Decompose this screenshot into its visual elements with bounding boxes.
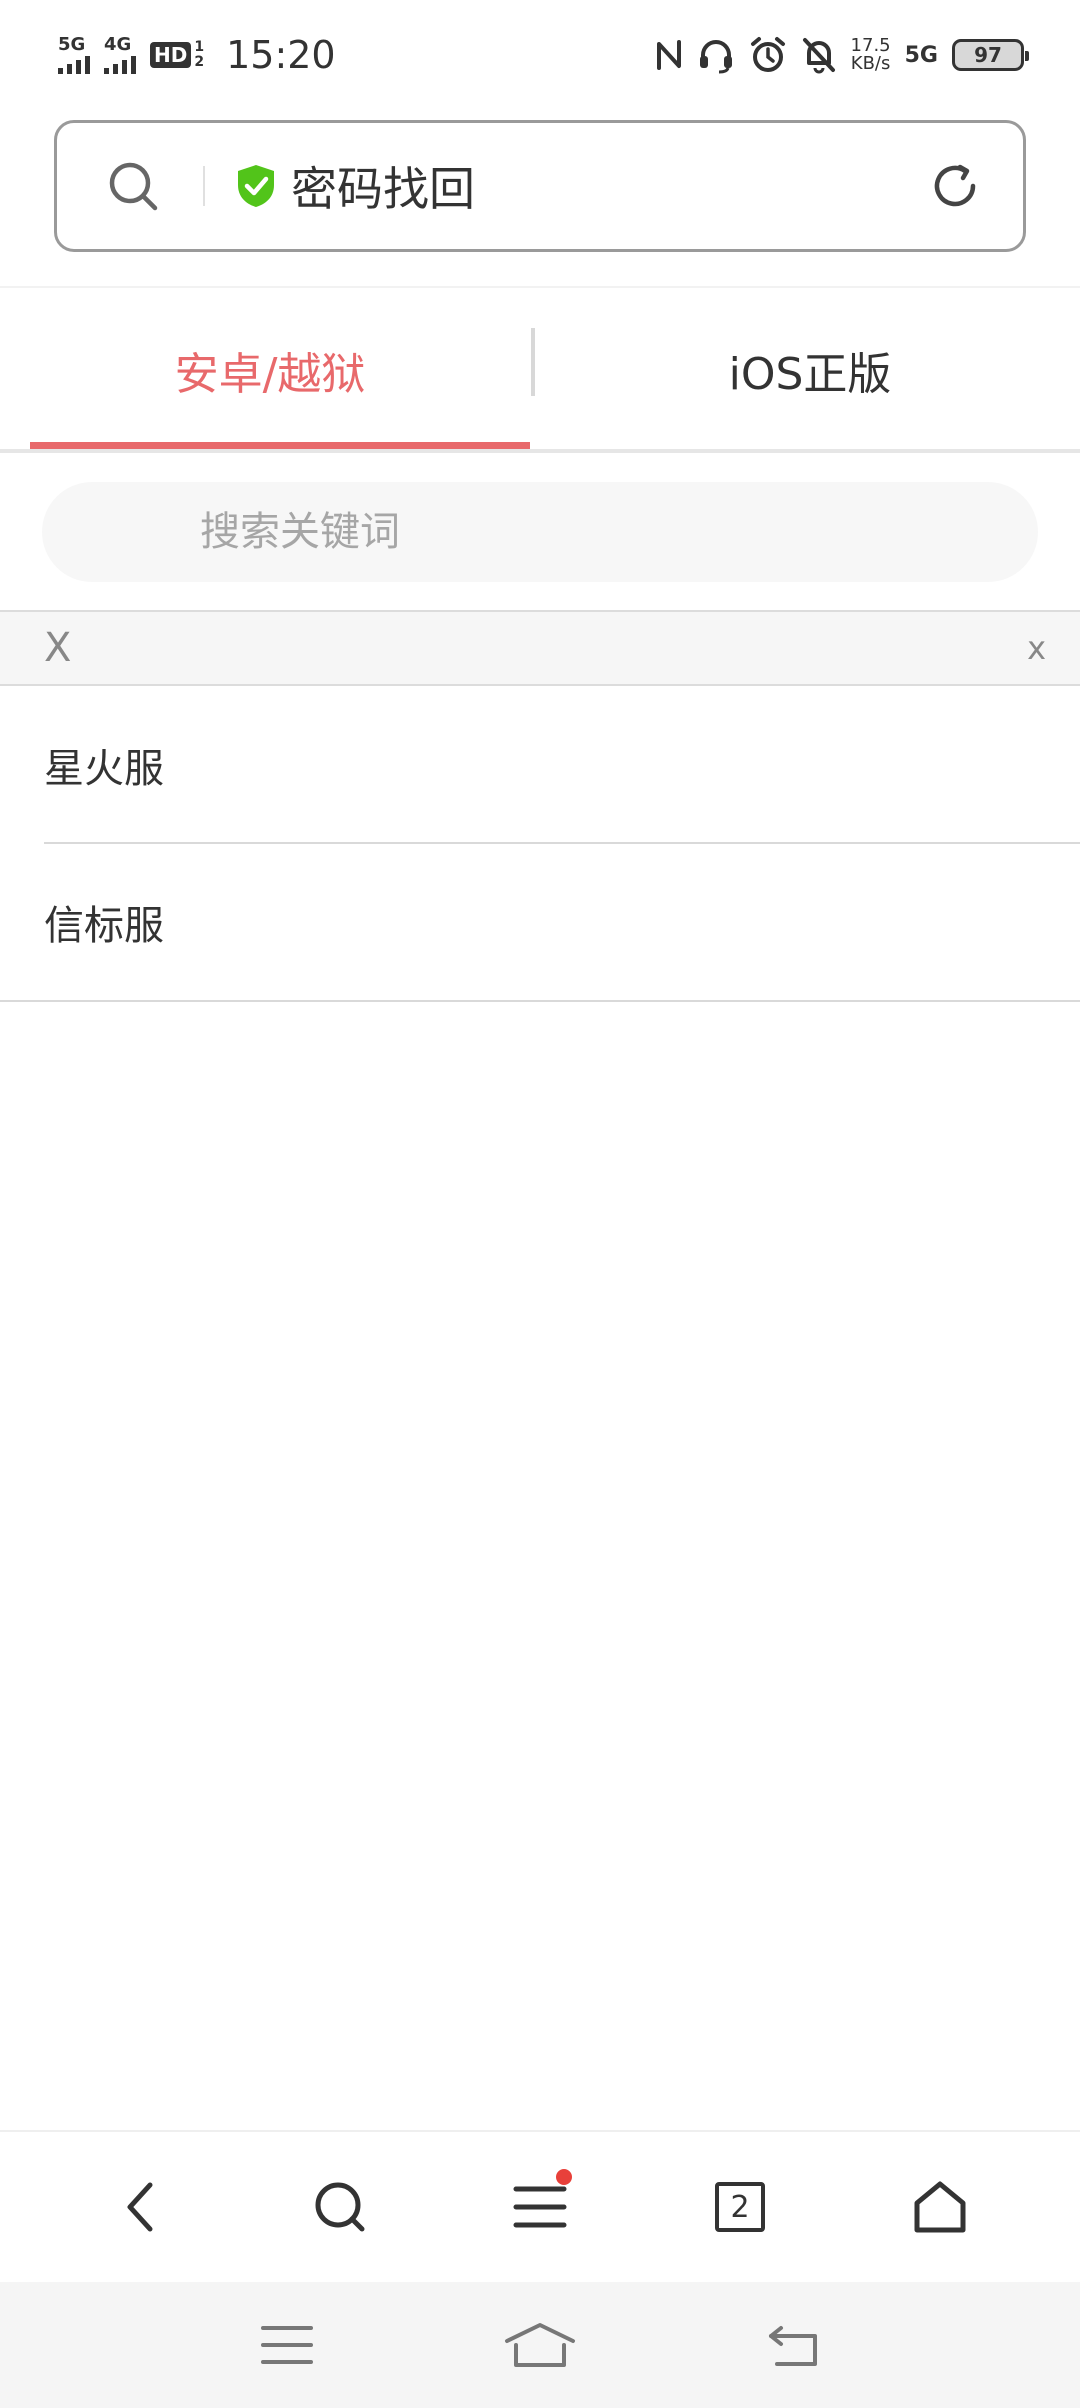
tab-separator	[531, 328, 535, 396]
network-type: 5G	[904, 42, 938, 68]
list-item-xinghuo[interactable]: 星火服	[0, 686, 1080, 844]
signal-bars-icon	[104, 54, 136, 74]
signal-sim1: 5G	[58, 36, 90, 74]
home-icon	[914, 2181, 966, 2233]
platform-tabs: 安卓/越狱 iOS正版	[0, 290, 1080, 450]
url-divider	[203, 166, 205, 206]
home-button[interactable]	[900, 2167, 980, 2247]
battery-icon: 97	[952, 39, 1029, 71]
status-bar: 5G 4G HD 1 2 15:20 17.5 KB/s 5G 97	[0, 0, 1080, 110]
list-item-xinbiao[interactable]: 信标服	[0, 844, 1080, 1002]
server-list: 星火服 信标服	[0, 686, 1080, 1002]
hd-voice-badge: HD 1 2	[150, 40, 204, 70]
signal-sim1-label: 5G	[58, 34, 86, 55]
list-item-label: 信标服	[44, 903, 164, 949]
filter-bar: X x	[0, 610, 1080, 686]
system-nav-bar	[0, 2282, 1080, 2408]
reload-icon	[934, 164, 976, 207]
menu-notification-dot	[556, 2169, 572, 2185]
list-item-label: 星火服	[44, 746, 164, 792]
tab-ios-official[interactable]: iOS正版	[540, 290, 1080, 450]
status-time: 15:20	[226, 33, 336, 77]
keyword-search	[42, 482, 1038, 582]
nfc-icon	[656, 40, 681, 70]
tab-android-jailbreak[interactable]: 安卓/越狱	[0, 290, 540, 450]
header-divider	[0, 286, 1080, 288]
signal-sim2: 4G	[104, 36, 136, 74]
network-speed: 17.5 KB/s	[851, 37, 891, 73]
menu-button[interactable]	[500, 2167, 580, 2247]
tabs-icon: 2	[715, 2182, 765, 2232]
recent-apps-icon	[260, 2326, 313, 2364]
status-left: 5G 4G HD 1 2 15:20	[58, 33, 336, 77]
hd-top: 1	[194, 39, 205, 55]
keyword-search-input[interactable]	[198, 508, 1038, 556]
battery-level: 97	[974, 43, 1002, 67]
page-title[interactable]: 密码找回	[291, 153, 927, 219]
back-icon	[127, 2182, 153, 2232]
headset-icon	[699, 40, 732, 74]
hd-label: HD	[150, 42, 192, 68]
back-icon	[769, 2326, 818, 2366]
search-icon	[109, 162, 158, 211]
browser-bottom-nav: 2	[0, 2130, 1080, 2282]
mute-bell-icon	[802, 38, 835, 74]
hd-bottom: 2	[194, 54, 205, 70]
hd-fraction: 1 2	[194, 40, 204, 70]
search-icon	[315, 2182, 365, 2232]
signal-sim2-label: 4G	[104, 34, 132, 55]
shield-check-icon	[238, 165, 274, 207]
reload-button[interactable]	[927, 158, 983, 214]
filter-clear-left[interactable]: X	[44, 625, 71, 671]
tabs-bottom-rule	[0, 449, 1080, 453]
url-search-button[interactable]	[105, 158, 161, 214]
system-home-button[interactable]	[500, 2305, 580, 2385]
home-icon	[504, 2323, 575, 2367]
active-tab-indicator	[30, 442, 530, 449]
signal-bars-icon	[58, 54, 90, 74]
speed-unit: KB/s	[850, 53, 891, 74]
system-back-button[interactable]	[753, 2305, 833, 2385]
back-button[interactable]	[100, 2167, 180, 2247]
alarm-icon	[750, 37, 785, 72]
tabs-button[interactable]: 2	[700, 2167, 780, 2247]
status-right: 17.5 KB/s 5G 97	[655, 36, 1029, 74]
filter-close-button[interactable]: x	[1027, 629, 1046, 667]
search-button[interactable]	[300, 2167, 380, 2247]
menu-icon	[513, 2186, 567, 2228]
recent-apps-button[interactable]	[247, 2305, 327, 2385]
url-bar[interactable]: 密码找回	[54, 120, 1026, 252]
